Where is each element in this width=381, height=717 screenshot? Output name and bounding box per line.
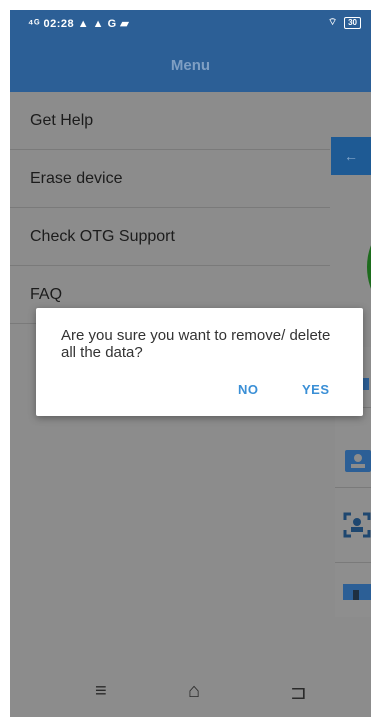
menu-item-check-otg[interactable]: Check OTG Support bbox=[10, 208, 330, 266]
phone-screen: ⁴ᴳ 02:28 ▲ ▲ G ▰ ⌔ 30 Menu Get Help Eras… bbox=[10, 10, 371, 717]
back-arrow-button[interactable]: ← bbox=[331, 137, 371, 175]
status-circle bbox=[367, 217, 371, 317]
menu-icon[interactable]: ≡ bbox=[95, 680, 107, 703]
app-header: Menu bbox=[10, 38, 371, 92]
yes-button[interactable]: YES bbox=[302, 382, 330, 397]
status-right: ⌔ 30 bbox=[328, 16, 361, 29]
battery-icon: 30 bbox=[344, 17, 361, 29]
menu-item-erase-device[interactable]: Erase device bbox=[10, 150, 330, 208]
menu-item-get-help[interactable]: Get Help bbox=[10, 92, 330, 150]
folder-icon bbox=[343, 584, 371, 600]
menu-list: Get Help Erase device Check OTG Support … bbox=[10, 92, 330, 324]
system-nav-bar: ≡ ⌂ ⊐ bbox=[10, 672, 371, 717]
back-icon[interactable]: ⊐ bbox=[290, 680, 307, 705]
dialog-message: Are you sure you want to remove/ delete … bbox=[61, 327, 331, 361]
divider bbox=[335, 487, 371, 488]
page-title: Menu bbox=[170, 56, 211, 74]
status-bar: ⁴ᴳ 02:28 ▲ ▲ G ▰ ⌔ 30 bbox=[10, 10, 371, 38]
confirm-dialog: Are you sure you want to remove/ delete … bbox=[36, 308, 363, 416]
contact-card-icon bbox=[345, 450, 371, 472]
home-icon[interactable]: ⌂ bbox=[188, 680, 200, 703]
status-left: ⁴ᴳ 02:28 ▲ ▲ G ▰ bbox=[28, 18, 130, 30]
back-arrow-icon: ← bbox=[344, 148, 358, 164]
divider bbox=[335, 562, 371, 563]
face-scan-icon bbox=[343, 512, 371, 538]
no-button[interactable]: NO bbox=[238, 382, 259, 397]
wifi-icon: ⌔ bbox=[327, 17, 338, 28]
